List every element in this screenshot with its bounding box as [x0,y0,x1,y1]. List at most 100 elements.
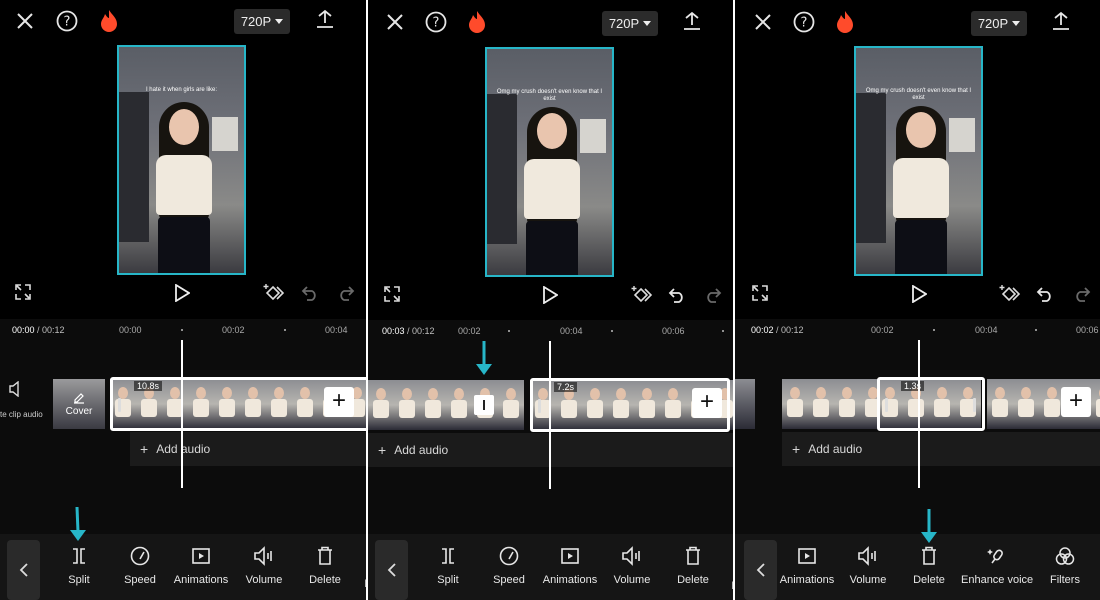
tool-label: Volume [613,574,651,586]
cover-button[interactable]: Cover [53,379,105,429]
speed-icon [130,546,150,566]
fullscreen-icon[interactable] [749,282,771,304]
fullscreen-icon[interactable] [381,283,403,305]
clip-trim-handle[interactable] [538,399,541,413]
help-icon[interactable]: ? [54,8,80,34]
close-icon[interactable] [382,9,408,35]
arrow-pointer-icon [70,506,86,541]
pencil-icon [74,392,84,404]
clip-duration: 10.8s [134,381,163,391]
playhead[interactable] [181,340,183,488]
clip-trim-handle[interactable] [973,398,976,412]
close-icon[interactable] [750,9,776,35]
resolution-dropdown[interactable]: 720P [234,9,290,34]
enhance-voice-tool[interactable]: Enhance voice [961,546,1033,588]
mute-clip-audio-label[interactable]: te clip audio [0,410,43,419]
keyframe-icon[interactable] [262,281,288,305]
redo-icon[interactable] [334,281,358,305]
speed-tool[interactable]: Speed [105,546,175,588]
flame-icon[interactable] [832,9,858,35]
add-clip-button[interactable]: + [1061,387,1091,417]
undo-icon[interactable] [298,281,322,305]
animations-tool[interactable]: Animations [166,546,236,588]
flame-icon[interactable] [464,9,490,35]
split-point-marker[interactable] [474,395,494,415]
help-icon[interactable]: ? [791,9,817,35]
undo-icon[interactable] [665,283,689,307]
clip-strip-left[interactable] [782,379,877,429]
back-button[interactable] [375,540,408,600]
flame-icon[interactable] [96,8,122,34]
play-icon[interactable] [538,283,562,307]
back-button[interactable] [7,540,40,600]
add-audio-button[interactable]: + Add audio [782,432,1100,466]
timeline[interactable]: 00:03 / 00:12 00:02 00:04 00:06 7.2s + +… [368,320,733,535]
export-icon[interactable] [679,8,705,34]
total-time: / 00:12 [404,326,435,336]
filters-icon [1055,547,1075,565]
playhead[interactable] [549,341,551,489]
person-figure [524,159,580,219]
keyframe-icon[interactable] [998,282,1024,306]
undo-icon[interactable] [1033,282,1057,306]
time-tick: 00:04 [975,325,998,335]
current-time: 00:00 [12,325,35,335]
clip-strip-left[interactable] [368,380,528,430]
timeline[interactable]: 00:00 / 00:12 00:00 00:02 00:04 te clip … [0,319,366,534]
more-tool[interactable]: E [358,574,366,592]
selected-clip-frame[interactable] [877,377,985,431]
preview-background [212,117,238,151]
animations-icon [561,548,579,564]
animations-tool[interactable]: Animations [535,546,605,588]
tool-label: Animations [173,574,229,586]
resolution-dropdown[interactable]: 720P [971,11,1027,36]
chevron-left-icon [387,563,396,577]
video-preview[interactable]: Omg my crush doesn't even know that I ex… [485,47,614,277]
split-tool[interactable]: Split [413,546,483,588]
play-icon[interactable] [170,281,194,305]
clip-thumbnail [498,380,524,430]
export-icon[interactable] [1048,8,1074,34]
caret-down-icon [275,19,284,24]
delete-tool[interactable]: Delete [894,546,964,588]
previous-clip-end[interactable] [735,379,755,429]
preview-background [580,119,606,153]
more-tool[interactable]: E [725,576,733,594]
redo-icon[interactable] [701,283,725,307]
volume-tool[interactable]: Volume [597,546,667,588]
add-audio-button[interactable]: + Add audio [130,432,366,466]
clip-trim-handle[interactable] [885,398,888,412]
play-icon[interactable] [907,282,931,306]
time-tick: 00:04 [325,325,348,335]
tool-label: Enhance voice [961,574,1034,586]
filters-tool[interactable]: Filters [1030,546,1100,588]
timeline[interactable]: 00:02 / 00:12 00:02 00:04 00:06 1.3s + +… [735,319,1100,534]
add-clip-button[interactable]: + [324,387,354,417]
resolution-dropdown[interactable]: 720P [602,11,658,36]
speaker-icon[interactable] [6,379,26,399]
video-preview[interactable]: I hate it when girls are like: [117,45,246,275]
clip-thumbnail [420,380,446,430]
fullscreen-icon[interactable] [12,281,34,303]
animations-tool[interactable]: Animations [772,546,842,588]
person-figure [158,217,210,273]
delete-tool[interactable]: Delete [658,546,728,588]
clip-thumbnail [782,379,808,429]
help-icon[interactable]: ? [423,9,449,35]
clip-trim-handle[interactable] [118,398,121,412]
time-readout: 00:00 / 00:12 [12,325,65,335]
clip-thumbnail [394,380,420,430]
video-preview[interactable]: Omg my crush doesn't even know that I ex… [854,46,983,276]
export-icon[interactable] [312,6,338,32]
volume-tool[interactable]: Volume [833,546,903,588]
keyframe-icon[interactable] [630,283,656,307]
add-clip-button[interactable]: + [692,388,722,418]
speed-tool[interactable]: Speed [474,546,544,588]
delete-tool[interactable]: Delete [290,546,360,588]
split-tool[interactable]: Split [44,546,114,588]
tool-label: Split [68,574,90,586]
redo-icon[interactable] [1070,282,1094,306]
close-icon[interactable] [12,8,38,34]
volume-tool[interactable]: Volume [229,546,299,588]
playhead[interactable] [918,340,920,488]
